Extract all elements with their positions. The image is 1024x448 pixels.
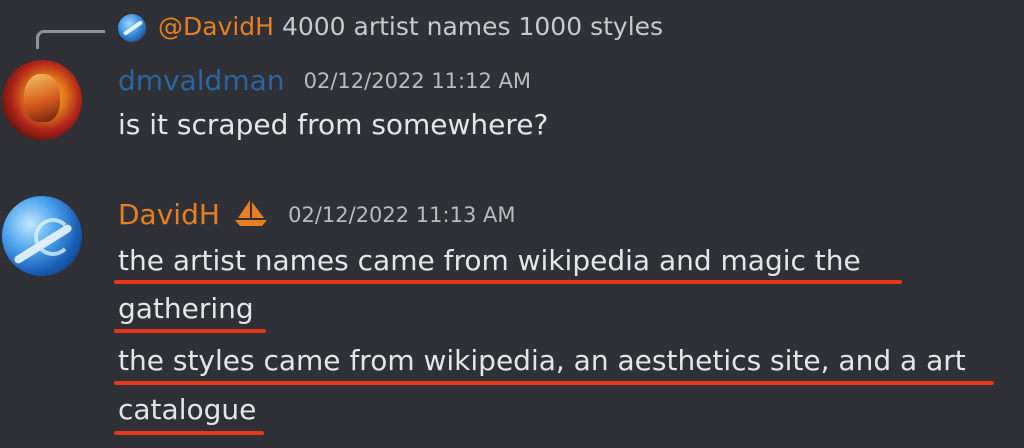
reply-preview[interactable]: @DavidH 4000 artist names 1000 styles bbox=[158, 12, 663, 42]
reply-author[interactable]: @DavidH bbox=[158, 12, 274, 41]
message-line: the styles came from wikipedia, an aesth… bbox=[118, 344, 966, 377]
avatar-davidh[interactable] bbox=[2, 196, 82, 276]
reply-content: 4000 artist names 1000 styles bbox=[281, 12, 664, 41]
author-name[interactable]: DavidH bbox=[118, 198, 220, 231]
author-name[interactable]: dmvaldman bbox=[118, 64, 285, 97]
avatar-dmvaldman[interactable] bbox=[2, 60, 82, 140]
message-timestamp: 02/12/2022 11:13 AM bbox=[288, 203, 516, 227]
annotation-underline bbox=[114, 280, 902, 284]
message-line: the artist names came from wikipedia and… bbox=[118, 244, 861, 277]
message-line: gathering bbox=[118, 292, 254, 325]
message-header: DavidH 02/12/2022 11:13 AM bbox=[118, 198, 515, 232]
message-header: dmvaldman 02/12/2022 11:12 AM bbox=[118, 64, 531, 98]
annotation-underline bbox=[114, 329, 266, 333]
annotation-underline bbox=[114, 381, 994, 385]
annotation-underline bbox=[114, 431, 264, 435]
message-text: is it scraped from somewhere? bbox=[118, 108, 549, 141]
message-line: catalogue bbox=[118, 393, 257, 426]
reply-avatar[interactable] bbox=[118, 14, 146, 42]
reply-connector-line bbox=[36, 30, 105, 49]
sailboat-icon bbox=[235, 200, 267, 226]
message-timestamp: 02/12/2022 11:12 AM bbox=[303, 69, 531, 93]
